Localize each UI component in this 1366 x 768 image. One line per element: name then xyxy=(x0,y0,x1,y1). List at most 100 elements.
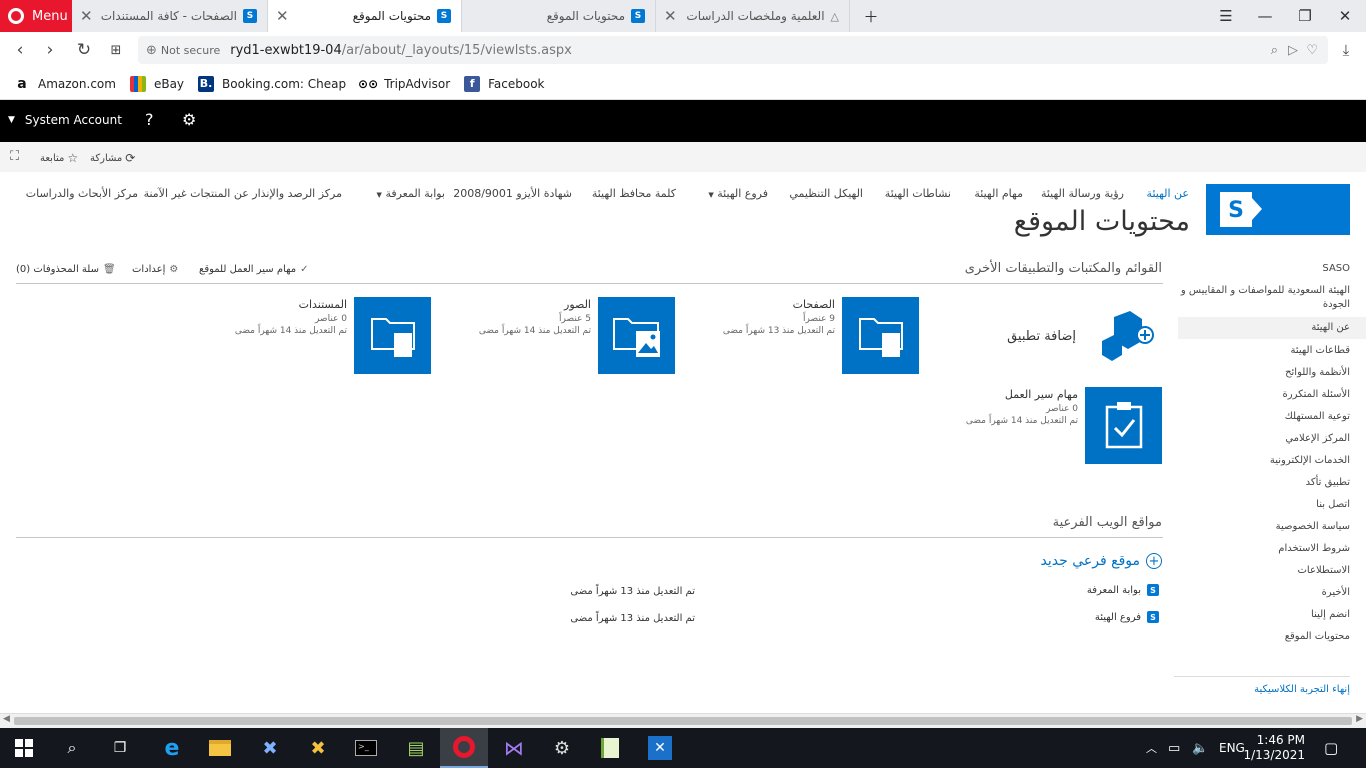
leftnav-org-name[interactable]: الهيئة السعودية للمواصفات و المقاييس و ا… xyxy=(1180,284,1350,312)
topnav-item[interactable]: كلمة محافظ الهيئة xyxy=(592,187,676,200)
tile-name[interactable]: الصور xyxy=(479,299,591,311)
topnav-item[interactable]: مركز الأبحاث والدراسات xyxy=(26,187,138,200)
clock[interactable]: 1:46 PM 1/13/2021 xyxy=(1243,728,1305,768)
leftnav-item[interactable]: تطبيق تأكد xyxy=(1306,477,1350,488)
user-management-icon[interactable]: ✖ xyxy=(294,728,342,768)
server-manager-icon[interactable]: ▤ xyxy=(392,728,440,768)
topnav-item[interactable]: شهادة الأيزو 2008/9001 xyxy=(453,187,572,200)
bookmark-booking[interactable]: B. Booking.com: Cheap xyxy=(198,75,346,92)
back-button[interactable]: ‹ xyxy=(8,38,32,62)
send-icon[interactable]: ▷ xyxy=(1288,43,1298,58)
leftnav-item[interactable]: توعية المستهلك xyxy=(1285,411,1350,422)
share-button[interactable]: مشاركة ⟳ xyxy=(90,151,135,165)
leftnav-item[interactable]: قطاعات الهيئة xyxy=(1291,345,1350,356)
leftnav-item[interactable]: سياسة الخصوصية xyxy=(1276,521,1350,532)
add-app-label[interactable]: إضافة تطبيق xyxy=(1007,329,1076,344)
forward-button[interactable]: › xyxy=(38,38,62,62)
topnav-item[interactable]: نشاطات الهيئة xyxy=(885,187,951,200)
topnav-item-dropdown[interactable]: فروع الهيئة ▼ xyxy=(708,187,768,200)
opera-browser-icon[interactable] xyxy=(440,728,488,768)
maximize-button[interactable]: ❐ xyxy=(1286,0,1324,32)
add-app-tile[interactable] xyxy=(1100,311,1156,361)
start-button[interactable] xyxy=(0,728,48,768)
command-prompt-icon[interactable]: >_ xyxy=(342,728,390,768)
tab-research-summaries[interactable]: ✕ △ العلمية وملخصات الدراسات xyxy=(656,0,850,32)
topnav-item[interactable]: مركز الرصد والإنذار عن المنتجات غير الآم… xyxy=(144,187,342,200)
leftnav-item[interactable]: الأخيرة xyxy=(1322,587,1350,598)
topnav-item[interactable]: الهيكل التنظيمي xyxy=(789,187,863,200)
sql-management-icon[interactable]: ⚙ xyxy=(538,728,586,768)
reload-button[interactable]: ↻ xyxy=(72,38,96,62)
documents-library-tile[interactable] xyxy=(354,297,431,374)
follow-button[interactable]: متابعة ☆ xyxy=(40,151,78,165)
tab-site-contents-active[interactable]: ✕ S محتويات الموقع xyxy=(268,0,462,32)
workflow-tasks-link[interactable]: ✓ مهام سير العمل للموقع xyxy=(199,264,308,275)
leftnav-item[interactable]: الخدمات الإلكترونية xyxy=(1270,455,1350,466)
tile-name[interactable]: مهام سير العمل xyxy=(966,389,1078,401)
tab-menu-icon[interactable]: ☰ xyxy=(1207,0,1245,32)
leftnav-title[interactable]: SASO xyxy=(1322,263,1350,274)
scrollbar-thumb[interactable] xyxy=(14,717,1352,725)
task-view-icon[interactable]: ❐ xyxy=(96,728,144,768)
file-explorer-icon[interactable] xyxy=(196,728,244,768)
new-tab-button[interactable]: ＋ xyxy=(852,0,890,32)
subsite-name[interactable]: فروع الهيئة xyxy=(1095,612,1141,623)
tab-site-contents[interactable]: S محتويات الموقع xyxy=(462,0,656,32)
leftnav-item[interactable]: المركز الإعلامي xyxy=(1285,433,1350,444)
end-classic-experience-link[interactable]: إنهاء التجربة الكلاسيكية xyxy=(1254,684,1350,695)
close-icon[interactable]: ✕ xyxy=(80,7,93,25)
focus-content-icon[interactable]: ⛶ xyxy=(10,149,19,164)
workflow-tasks-tile[interactable] xyxy=(1085,387,1162,464)
browser-menu-button[interactable]: Menu xyxy=(0,0,72,32)
leftnav-item[interactable]: شروط الاستخدام xyxy=(1278,543,1350,554)
subsite-row[interactable]: S فروع الهيئة xyxy=(1095,611,1159,623)
tile-name[interactable]: المستندات xyxy=(235,299,347,311)
images-library-tile[interactable] xyxy=(598,297,675,374)
topnav-item[interactable]: مهام الهيئة xyxy=(974,187,1023,200)
close-icon[interactable]: ✕ xyxy=(276,7,289,25)
pages-library-tile[interactable] xyxy=(842,297,919,374)
bookmark-amazon[interactable]: a Amazon.com xyxy=(14,76,116,92)
leftnav-item[interactable]: انضم إلينا xyxy=(1311,609,1350,620)
new-subsite-button[interactable]: + موقع فرعي جديد xyxy=(1041,553,1162,569)
help-icon[interactable]: ? xyxy=(145,110,154,129)
leftnav-item[interactable]: محتويات الموقع xyxy=(1285,631,1350,642)
sharepoint-logo[interactable]: S xyxy=(1206,184,1350,235)
download-icon[interactable]: ⤓ xyxy=(1334,38,1358,62)
close-window-button[interactable]: ✕ xyxy=(1326,0,1364,32)
account-menu[interactable]: ▼ System Account xyxy=(8,113,122,127)
tab-pages-all-docs[interactable]: ✕ S الصفحات - كافة المستندات xyxy=(72,0,268,32)
show-hidden-icons[interactable]: ︿ xyxy=(1146,728,1157,768)
gear-icon[interactable]: ⚙ xyxy=(182,110,196,129)
notifications-icon[interactable]: ▢ xyxy=(1324,728,1338,768)
network-tool-icon[interactable]: ✖ xyxy=(246,728,294,768)
bookmark-tripadvisor[interactable]: ⊙⊙ TripAdvisor xyxy=(358,76,450,92)
search-icon[interactable]: ⌕ xyxy=(48,728,96,768)
topnav-item[interactable]: رؤية ورسالة الهيئة xyxy=(1041,187,1124,200)
topnav-home[interactable]: عن الهيئة xyxy=(1147,187,1189,200)
subsite-name[interactable]: بوابة المعرفة xyxy=(1087,585,1141,596)
bookmark-facebook[interactable]: f Facebook xyxy=(464,75,545,92)
scroll-left-icon[interactable]: ◀ xyxy=(3,714,10,724)
heart-icon[interactable]: ♡ xyxy=(1306,43,1318,58)
internet-explorer-icon[interactable]: e xyxy=(148,728,196,768)
visual-studio-icon[interactable]: ⋈ xyxy=(490,728,538,768)
close-icon[interactable]: ✕ xyxy=(664,7,677,25)
search-icon[interactable]: ⌕ xyxy=(1271,43,1278,58)
speed-dial-icon[interactable]: ⊞ xyxy=(104,38,128,62)
network-icon[interactable]: ▭ xyxy=(1168,728,1180,768)
leftnav-item-about[interactable]: عن الهيئة xyxy=(1311,322,1350,333)
bookmark-ebay[interactable]: eBay xyxy=(129,75,184,92)
tools-icon[interactable]: ✕ xyxy=(636,728,684,768)
speaker-muted-icon[interactable]: 🔈 xyxy=(1192,728,1208,768)
settings-link[interactable]: ⚙ إعدادات xyxy=(132,264,178,275)
recycle-bin-link[interactable]: 🗑 سلة المحذوفات (0) xyxy=(16,264,116,275)
tile-name[interactable]: الصفحات xyxy=(723,299,835,311)
leftnav-item[interactable]: الأسئلة المتكررة xyxy=(1283,389,1350,400)
url-field[interactable]: ⊕ Not secure ryd1-exwbt19-04 /ar/about/_… xyxy=(138,36,1328,64)
scroll-right-icon[interactable]: ▶ xyxy=(1356,714,1363,724)
subsite-row[interactable]: S بوابة المعرفة xyxy=(1087,584,1159,596)
minimize-button[interactable]: — xyxy=(1246,0,1284,32)
language-indicator[interactable]: ENG xyxy=(1219,728,1245,768)
notepad-icon[interactable] xyxy=(586,728,634,768)
